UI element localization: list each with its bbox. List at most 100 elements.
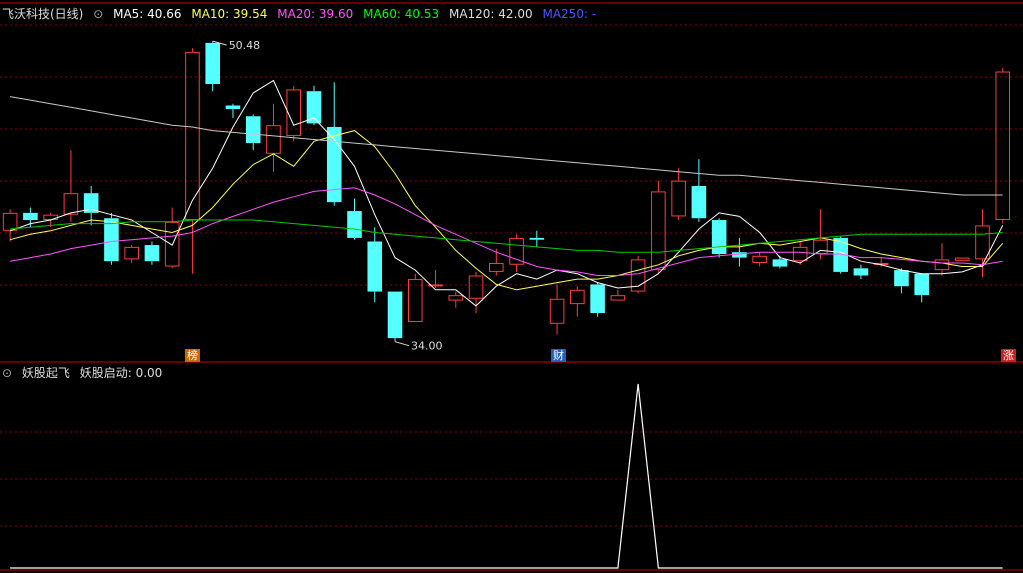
candle-body <box>347 211 362 238</box>
candle <box>732 237 747 267</box>
candle-body <box>468 275 484 299</box>
candle-body <box>63 193 79 215</box>
marker-bang[interactable]: 榜 <box>185 349 200 362</box>
ma5-value: MA5: 40.66 <box>113 7 182 21</box>
candle <box>83 186 99 226</box>
candle-body <box>975 225 990 260</box>
candle-body <box>448 295 464 301</box>
candle <box>894 268 909 294</box>
ma10-value: MA10: 39.54 <box>191 7 268 21</box>
candle-body <box>2 212 18 231</box>
candle-body <box>813 239 828 255</box>
marker-cai[interactable]: 财 <box>551 349 566 362</box>
candle-body <box>124 246 139 260</box>
candle <box>549 284 565 335</box>
candle <box>104 212 119 265</box>
candle-body <box>529 237 545 240</box>
indicator-name[interactable]: 妖股起飞 <box>22 366 70 380</box>
candle-body <box>144 245 160 262</box>
candle-body <box>671 180 686 217</box>
candle-body <box>772 259 788 267</box>
candle-body <box>286 89 302 136</box>
candle <box>590 282 605 317</box>
candle-body <box>104 218 119 262</box>
candle <box>63 150 79 222</box>
candle-body <box>23 212 38 221</box>
candle <box>954 257 970 262</box>
candle-body <box>711 220 727 255</box>
candle <box>23 207 38 228</box>
candle-body <box>225 105 241 110</box>
candle <box>509 234 524 272</box>
ma250-value: MA250: - <box>542 7 597 21</box>
candle-body <box>853 268 869 276</box>
high-price-label: 50.48 <box>229 39 261 52</box>
ma-line-ma10 <box>9 130 1004 291</box>
grid-lines <box>0 2 1023 571</box>
low-price-label: 34.00 <box>411 340 443 353</box>
candle-body <box>205 42 220 85</box>
candle <box>813 209 828 260</box>
candle-body <box>570 289 585 305</box>
candle-body <box>995 71 1011 221</box>
candle <box>651 180 666 274</box>
indicator-value: 妖股启动: 0.00 <box>79 366 163 380</box>
ma120-value: MA120: 42.00 <box>448 7 533 21</box>
candle-body <box>367 241 383 292</box>
candle <box>610 289 626 301</box>
candle <box>144 241 160 265</box>
main-chart-header: 飞沃科技(日线) ⊙ MA5: 40.66 MA10: 39.54 MA20: … <box>2 7 602 21</box>
candle <box>934 243 950 276</box>
candle-body <box>509 237 524 265</box>
candle <box>671 168 686 221</box>
candle-body <box>407 279 423 323</box>
candle-body <box>266 125 281 154</box>
candle-body <box>691 186 707 219</box>
marker-zhang[interactable]: 涨 <box>1001 349 1016 362</box>
candle-body <box>387 291 403 339</box>
ma20-value: MA20: 39.60 <box>277 7 354 21</box>
candle-body <box>792 246 808 262</box>
candle-body <box>549 298 565 324</box>
candle-body <box>590 284 605 314</box>
candlestick-series <box>2 41 1011 342</box>
candle <box>185 48 200 274</box>
candle <box>367 227 383 303</box>
candle <box>407 273 423 323</box>
candle <box>995 67 1011 224</box>
candle-body <box>954 257 970 262</box>
candle-body <box>489 262 504 272</box>
candle-body <box>245 116 261 144</box>
indicator-line <box>10 383 1003 569</box>
indicator-settings-icon[interactable]: ⊙ <box>2 366 12 380</box>
candle <box>468 271 484 314</box>
indicator-header: ⊙ 妖股起飞 妖股启动: 0.00 <box>2 366 168 380</box>
candle-body <box>934 259 950 271</box>
candle <box>326 82 342 206</box>
candle <box>205 41 220 92</box>
candle <box>387 291 403 342</box>
ma60-value: MA60: 40.53 <box>363 7 440 21</box>
indicator-series-line <box>10 383 1003 569</box>
stock-title[interactable]: 飞沃科技(日线) <box>2 7 83 21</box>
candle-body <box>610 295 626 301</box>
candle <box>245 114 261 151</box>
candle <box>225 103 241 119</box>
candle <box>570 286 585 317</box>
ma-line-ma20 <box>10 187 1003 276</box>
candle-body <box>185 51 200 221</box>
candle <box>853 264 869 280</box>
low-pointer <box>394 341 410 347</box>
candle-body <box>43 214 58 221</box>
candle <box>711 218 727 258</box>
candle <box>752 252 767 267</box>
candle-body <box>894 270 909 287</box>
candle <box>691 159 707 222</box>
settings-icon[interactable]: ⊙ <box>93 7 103 21</box>
candle-body <box>752 255 767 263</box>
candle <box>2 209 18 242</box>
candle <box>347 198 362 240</box>
candle <box>266 103 281 172</box>
candle <box>914 273 930 303</box>
candle-body <box>651 191 666 271</box>
